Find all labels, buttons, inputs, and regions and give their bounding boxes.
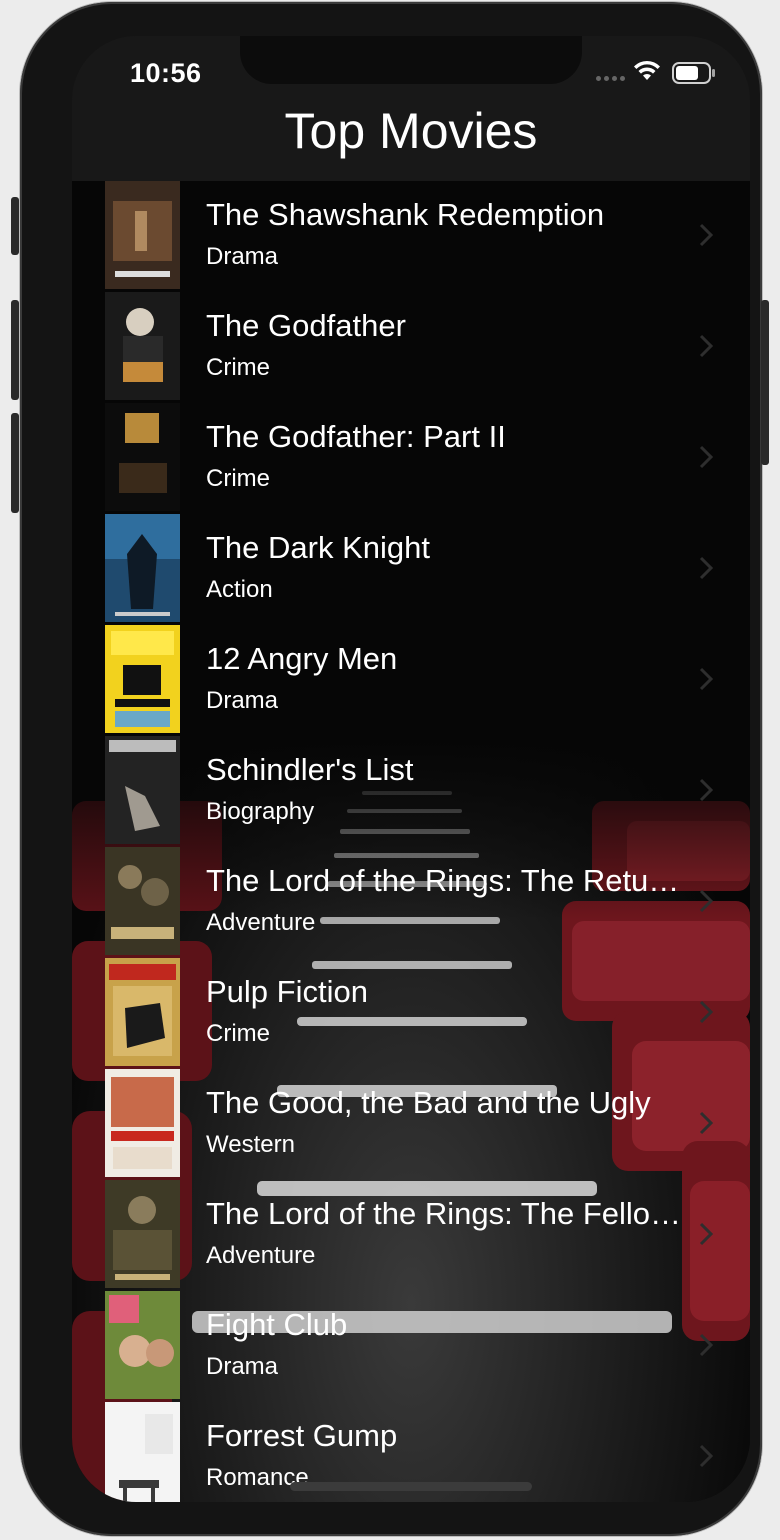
movie-genre: Adventure [206,1242,316,1269]
movie-genre: Adventure [206,909,316,936]
movie-poster-icon [105,1180,180,1288]
list-item[interactable]: The Lord of the Rings: The Fello… Advent… [72,1180,750,1291]
chevron-right-icon [699,1000,713,1024]
movie-title: The Godfather [206,308,406,343]
movie-genre: Crime [206,354,270,381]
power-button [761,300,769,465]
movie-list[interactable]: The Shawshank Redemption Drama The Godfa… [72,181,750,1502]
list-item[interactable]: The Dark Knight Action [72,514,750,625]
list-item[interactable]: 12 Angry Men Drama [72,625,750,736]
movie-title: The Shawshank Redemption [206,197,605,232]
volume-down-button [11,413,19,513]
movie-poster-icon [105,181,180,289]
volume-up-button [11,300,19,400]
list-item[interactable]: The Godfather Crime [72,292,750,403]
chevron-right-icon [699,889,713,913]
movie-title: Forrest Gump [206,1418,398,1453]
movie-genre: Western [206,1131,295,1158]
screen: 10:56 Top Movies The Shawshank Redemptio… [72,36,750,1502]
phone-frame: 10:56 Top Movies The Shawshank Redemptio… [20,2,762,1536]
status-time: 10:56 [130,58,202,88]
chevron-right-icon [699,1222,713,1246]
movie-title: The Lord of the Rings: The Fello… [206,1196,682,1231]
battery-icon [672,62,715,84]
chevron-right-icon [699,1333,713,1357]
list-item[interactable]: Schindler's List Biography [72,736,750,847]
chevron-right-icon [699,223,713,247]
list-item[interactable]: The Good, the Bad and the Ugly Western [72,1069,750,1180]
page-title: Top Movies [284,103,538,159]
movie-poster-icon [105,847,180,955]
chevron-right-icon [699,445,713,469]
movie-poster-icon [105,292,180,400]
chevron-right-icon [699,556,713,580]
list-item[interactable]: The Godfather: Part II Crime [72,403,750,514]
movie-genre: Crime [206,1020,270,1047]
movie-genre: Drama [206,243,279,270]
movie-genre: Biography [206,798,315,825]
mute-switch [11,197,19,255]
movie-genre: Drama [206,687,279,714]
movie-genre: Action [206,576,273,603]
movie-title: The Lord of the Rings: The Retur… [206,863,686,898]
notch [240,36,582,84]
cellular-signal-icon [596,76,625,81]
movie-genre: Drama [206,1353,279,1380]
movie-poster-icon [105,736,180,844]
chevron-right-icon [699,778,713,802]
list-item[interactable]: Fight Club Drama [72,1291,750,1402]
chevron-right-icon [699,667,713,691]
movie-title: 12 Angry Men [206,641,398,676]
movie-title: The Good, the Bad and the Ugly [206,1085,651,1120]
wifi-icon [634,60,660,80]
movie-genre: Crime [206,465,270,492]
chevron-right-icon [699,1111,713,1135]
list-item[interactable]: The Shawshank Redemption Drama [72,181,750,292]
home-indicator[interactable] [290,1482,532,1491]
movie-poster-icon [105,1069,180,1177]
movie-poster-icon [105,958,180,1066]
movie-poster-icon [105,1291,180,1399]
chevron-right-icon [699,334,713,358]
movie-title: The Godfather: Part II [206,419,506,454]
movie-title: Pulp Fiction [206,974,368,1009]
movie-title: Fight Club [206,1307,348,1342]
movie-title: Schindler's List [206,752,414,787]
movie-title: The Dark Knight [206,530,430,565]
list-item[interactable]: The Lord of the Rings: The Retur… Advent… [72,847,750,958]
movie-poster-icon [105,514,180,622]
movie-poster-icon [105,403,180,511]
list-item[interactable]: Pulp Fiction Crime [72,958,750,1069]
movie-poster-icon [105,1402,180,1502]
chevron-right-icon [699,1444,713,1468]
movie-poster-icon [105,625,180,733]
